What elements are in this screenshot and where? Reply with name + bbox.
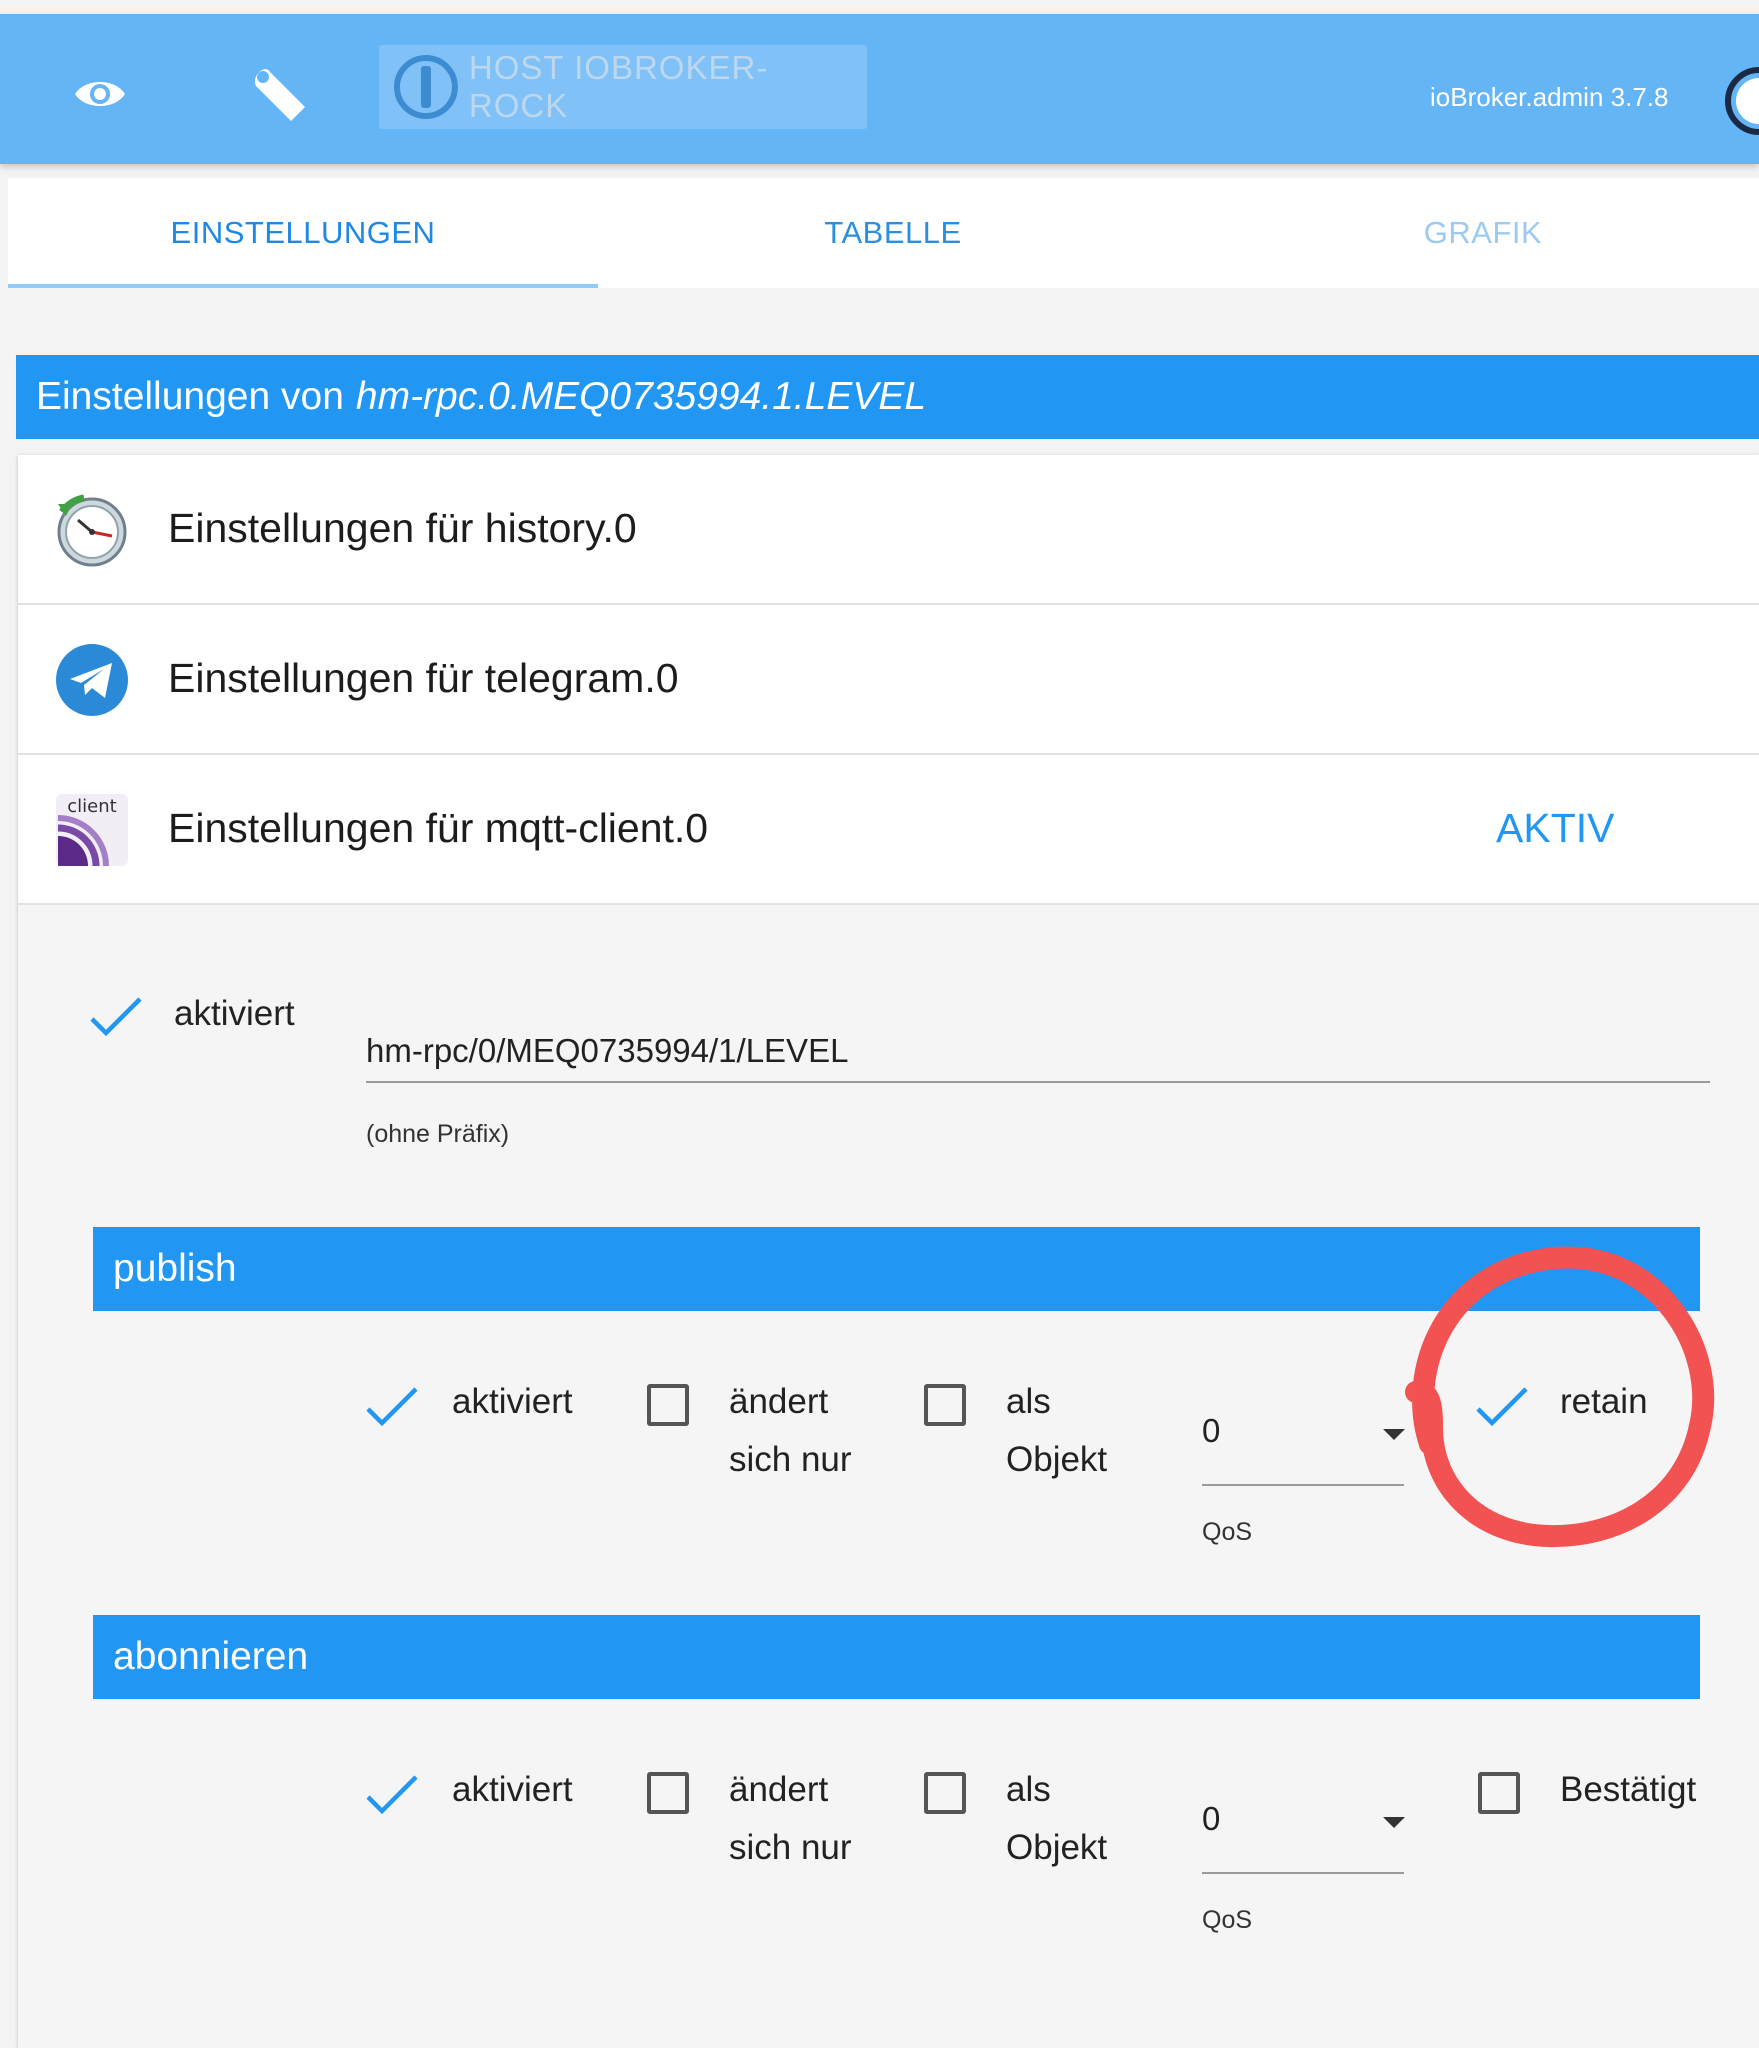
subscribe-changes-only-label-1: ändert (729, 1770, 829, 1809)
tab-indicator (8, 284, 598, 288)
publish-qos-underline (1202, 1484, 1404, 1486)
publish-changes-only-checkbox[interactable] (647, 1384, 689, 1426)
adapter-title: Einstellungen für mqtt-client.0 (168, 805, 709, 851)
tab-einstellungen[interactable]: EINSTELLUNGEN (8, 178, 598, 288)
tab-label: EINSTELLUNGEN (170, 215, 436, 250)
topic-input[interactable]: hm-rpc/0/MEQ0735994/1/LEVEL (366, 1022, 848, 1080)
subscribe-as-object-label-1: als (1006, 1770, 1051, 1809)
subscribe-as-object-label-2: Objekt (1006, 1828, 1108, 1867)
mqtt-client-icon-text: client (67, 796, 116, 817)
subscribe-qos-label: QoS (1202, 1906, 1253, 1934)
publish-changes-only-label-2: sich nur (729, 1440, 852, 1479)
topic-input-underline (366, 1081, 1710, 1083)
subscribe-section-header: abonnieren (93, 1615, 1700, 1699)
iobroker-logo-icon (393, 55, 458, 119)
host-label: HOST IOBROKER-ROCK (468, 49, 769, 124)
tab-label: TABELLE (824, 215, 962, 250)
publish-enabled-checkbox[interactable] (364, 1385, 420, 1431)
mqtt-enabled-label: aktiviert (174, 994, 295, 1033)
chevron-down-icon[interactable] (1383, 1817, 1405, 1828)
settings-header-object-id: hm-rpc.0.MEQ0735994.1.LEVEL (355, 375, 927, 418)
publish-qos-label: QoS (1202, 1518, 1253, 1546)
publish-enabled-label: aktiviert (452, 1382, 573, 1421)
adapter-title: Einstellungen für history.0 (168, 505, 637, 551)
settings-header: Einstellungen von hm-rpc.0.MEQ0735994.1.… (16, 355, 1759, 439)
publish-qos-select[interactable]: 0 (1202, 1412, 1220, 1450)
tab-bar: EINSTELLUNGEN TABELLE GRAFIK (8, 178, 1759, 288)
subscribe-qos-select[interactable]: 0 (1202, 1800, 1220, 1838)
tab-label: GRAFIK (1423, 215, 1543, 250)
iobroker-corner-logo-icon (1724, 66, 1759, 141)
settings-header-prefix: Einstellungen von (36, 375, 344, 418)
subscribe-changes-only-label-2: sich nur (729, 1828, 852, 1867)
adapter-row-telegram[interactable]: Einstellungen für telegram.0 (18, 605, 1759, 755)
subscribe-enabled-checkbox[interactable] (364, 1773, 420, 1819)
subscribe-enabled-label: aktiviert (452, 1770, 573, 1809)
subscribe-section-title: abonnieren (113, 1635, 309, 1678)
tab-grafik[interactable]: GRAFIK (1188, 178, 1759, 288)
eye-icon[interactable] (60, 54, 140, 134)
subscribe-qos-underline (1202, 1872, 1404, 1874)
subscribe-ack-label: Bestätigt (1560, 1770, 1697, 1809)
telegram-icon (54, 642, 130, 718)
publish-as-object-label-2: Objekt (1006, 1440, 1108, 1479)
host-selector[interactable]: HOST IOBROKER-ROCK (379, 45, 867, 129)
publish-as-object-checkbox[interactable] (924, 1384, 966, 1426)
subscribe-changes-only-checkbox[interactable] (647, 1772, 689, 1814)
history-clock-icon (54, 492, 130, 568)
tab-tabelle[interactable]: TABELLE (598, 178, 1188, 288)
adapter-row-mqtt-client[interactable]: client Einstellungen für mqtt-client.0 A… (18, 755, 1759, 905)
subscribe-ack-checkbox[interactable] (1478, 1772, 1520, 1814)
publish-changes-only-label-1: ändert (729, 1382, 829, 1421)
adapter-row-history[interactable]: Einstellungen für history.0 (18, 455, 1759, 605)
version-label: ioBroker.admin 3.7.8 (1430, 82, 1669, 112)
wrench-icon[interactable] (240, 54, 320, 134)
mqtt-client-icon: client (54, 792, 130, 868)
subscribe-as-object-checkbox[interactable] (924, 1772, 966, 1814)
topic-hint: (ohne Präfix) (366, 1120, 510, 1148)
mqtt-enabled-checkbox[interactable] (88, 995, 144, 1041)
red-annotation-circle (1388, 1222, 1728, 1567)
adapter-title: Einstellungen für telegram.0 (168, 655, 679, 701)
app-bar: HOST IOBROKER-ROCK ioBroker.admin 3.7.8 (0, 14, 1759, 164)
publish-as-object-label-1: als (1006, 1382, 1051, 1421)
status-badge-aktiv: AKTIV (1496, 805, 1615, 851)
publish-section-title: publish (113, 1247, 237, 1290)
